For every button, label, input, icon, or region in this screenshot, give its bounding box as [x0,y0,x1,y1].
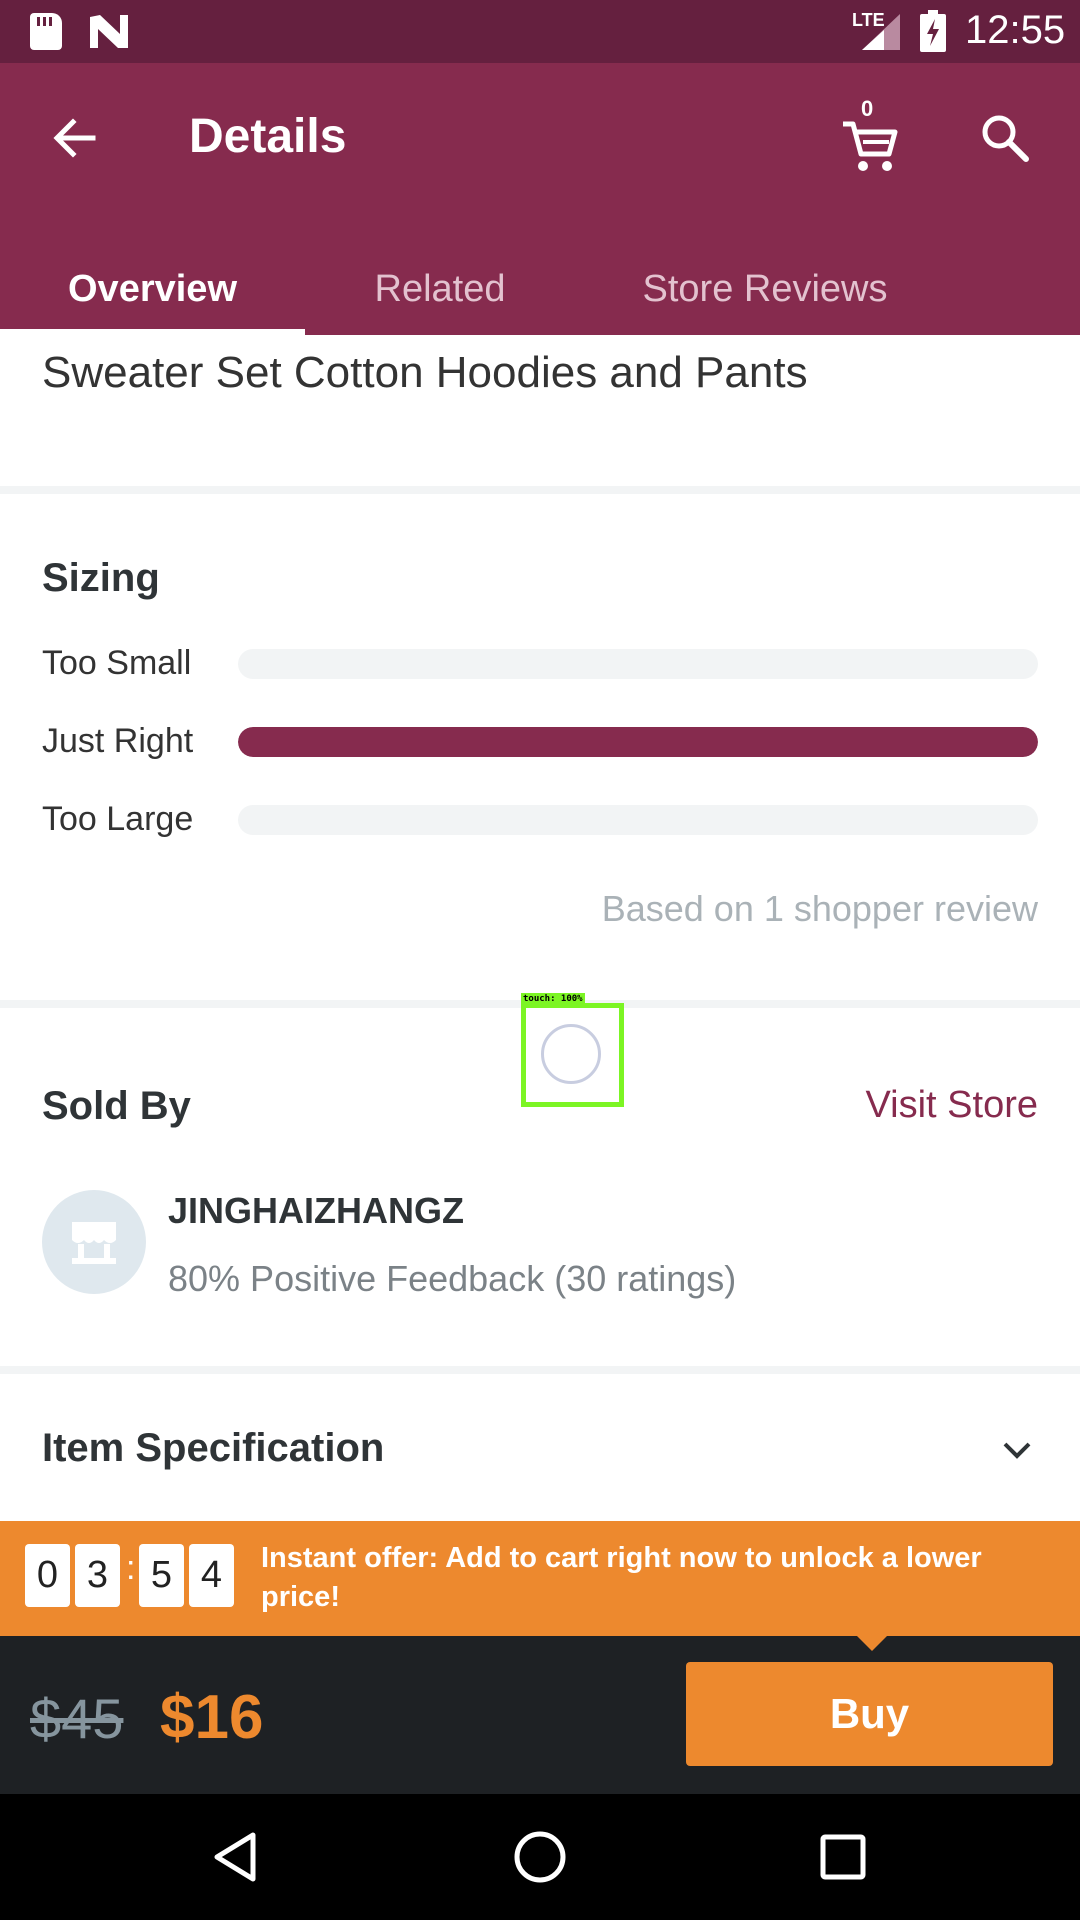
status-bar: LTE 12:55 [0,0,1080,63]
tab-bar: Overview Related Store Reviews [0,243,1080,335]
touch-point-circle [541,1024,601,1084]
search-icon [982,115,1029,162]
battery-charging-icon [920,10,946,52]
tab-overview[interactable]: Overview [0,243,305,335]
tab-store-reviews[interactable]: Store Reviews [610,243,920,335]
timer-digit: 3 [75,1544,120,1607]
timer-digit: 0 [25,1544,70,1607]
back-arrow-icon [53,118,96,158]
size-bar-too-large [238,805,1038,835]
nav-home-button[interactable] [505,1822,575,1892]
visit-store-link[interactable]: Visit Store [866,1084,1038,1127]
store-avatar[interactable] [42,1190,146,1294]
product-title: Sweater Set Cotton Hoodies and Pants [42,348,808,397]
active-tab-indicator [0,329,305,335]
size-bar-just-right [238,727,1038,757]
sold-by-title: Sold By [42,1084,191,1128]
store-name[interactable]: JINGHAIZHANGZ [168,1190,464,1232]
item-specification-title[interactable]: Item Specification [42,1426,384,1471]
section-divider [0,1366,1080,1374]
instant-offer-banner[interactable]: 0 3 : 5 4 Instant offer: Add to cart rig… [0,1521,1080,1636]
sale-price: $16 [160,1683,264,1752]
lte-signal-icon [862,14,900,50]
offer-pointer [857,1636,887,1651]
page-title: Details [189,110,347,163]
chevron-down-icon [1003,1442,1031,1459]
tab-related[interactable]: Related [330,243,550,335]
sizing-title: Sizing [42,556,160,600]
back-triangle-icon [214,1832,256,1882]
nav-back-button[interactable] [200,1822,270,1892]
nav-recents-button[interactable] [808,1822,878,1892]
timer-digit: 5 [139,1544,184,1607]
touch-indicator-label: touch: 100% [521,993,585,1005]
store-feedback: 80% Positive Feedback (30 ratings) [168,1258,737,1299]
offer-text: Instant offer: Add to cart right now to … [261,1542,982,1613]
cart-icon [843,121,898,171]
home-circle-icon [514,1831,566,1883]
n-notification-icon [90,15,128,48]
sd-card-icon [30,13,62,50]
review-count-note: Based on 1 shopper review [601,888,1038,929]
cart-button[interactable]: 0 [835,96,905,178]
size-bar-too-small [238,649,1038,679]
size-label-too-small: Too Small [42,644,192,682]
original-price: $45 [30,1687,124,1750]
system-nav-bar [0,1794,1080,1920]
buy-button[interactable]: Buy [686,1662,1053,1766]
app-bar: Details 0 Overview Related Store Reviews [0,63,1080,335]
buy-bar: $45 $16 Buy [0,1636,1080,1794]
storefront-icon [72,1222,116,1264]
timer-digit: 4 [189,1544,234,1607]
size-fill [238,727,1038,757]
recents-square-icon [820,1834,866,1880]
section-divider [0,486,1080,494]
item-specification-toggle[interactable] [995,1428,1039,1472]
status-clock: 12:55 [965,8,1066,52]
size-label-too-large: Too Large [42,800,194,838]
back-button[interactable] [40,103,110,173]
timer-separator: : [126,1549,136,1587]
search-button[interactable] [970,103,1040,173]
size-label-just-right: Just Right [42,722,194,760]
